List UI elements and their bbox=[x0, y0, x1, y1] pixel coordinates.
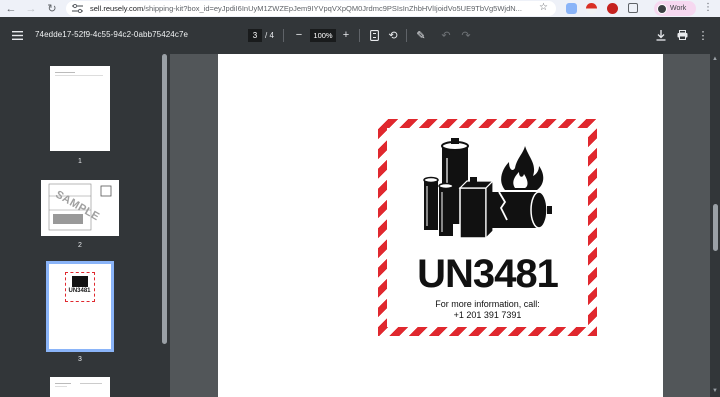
thumbnail-label-3: 3 bbox=[78, 356, 82, 363]
thumbnail-page-1[interactable] bbox=[50, 66, 110, 151]
thumbnail-label-1: 1 bbox=[78, 158, 82, 165]
thumbnail-sidebar: 1 SAMPLE 2 UN3481 3 bbox=[0, 54, 170, 397]
undo-icon[interactable]: ↶ bbox=[440, 28, 452, 42]
thumbnail-text-lines bbox=[55, 72, 75, 73]
thumbnail-text-lines bbox=[55, 386, 67, 387]
redo-icon[interactable]: ↷ bbox=[460, 28, 472, 42]
page-number-input[interactable]: 3 bbox=[248, 29, 262, 42]
scroll-up-arrow-icon[interactable]: ▲ bbox=[712, 56, 718, 62]
browser-menu-icon[interactable]: ⋮ bbox=[703, 2, 713, 13]
download-icon[interactable] bbox=[654, 28, 668, 42]
pdf-toolbar: 74edde17-52f9-4c55-94c2-0abb75424c7e 3 /… bbox=[0, 17, 720, 54]
extension-icon-red-flag[interactable] bbox=[586, 3, 597, 14]
browser-toolbar: ← → ↻ sell.reusely.com/shipping-kit?box_… bbox=[0, 0, 720, 17]
thumbnail-text-lines bbox=[55, 383, 71, 384]
profile-button[interactable]: Work bbox=[654, 1, 696, 16]
pdf-page-3: UN3481 For more information, call: +1 20… bbox=[218, 54, 663, 397]
scroll-down-arrow-icon[interactable]: ▼ bbox=[712, 388, 718, 394]
extension-icon-blue[interactable] bbox=[566, 3, 577, 14]
sidebar-menu-icon[interactable] bbox=[10, 28, 24, 42]
url-text: sell.reusely.com/shipping-kit?box_id=eyJ… bbox=[90, 4, 522, 13]
thumbnail-mini-battery-icon bbox=[72, 276, 88, 287]
toolbar-divider bbox=[406, 29, 407, 42]
extensions-puzzle-icon[interactable] bbox=[628, 3, 638, 13]
phone-number: +1 201 391 7391 bbox=[453, 310, 522, 320]
sidebar-scrollbar[interactable] bbox=[162, 54, 167, 344]
avatar bbox=[657, 3, 667, 14]
bookmark-star-icon[interactable]: ☆ bbox=[539, 2, 548, 13]
fit-page-icon[interactable] bbox=[368, 29, 380, 41]
hazard-label: UN3481 For more information, call: +1 20… bbox=[378, 119, 597, 336]
zoom-input[interactable]: 100% bbox=[310, 29, 336, 42]
hazard-label-inner: UN3481 For more information, call: +1 20… bbox=[387, 128, 588, 327]
thumbnail-mini-label: UN3481 bbox=[65, 272, 95, 302]
address-bar[interactable]: sell.reusely.com/shipping-kit?box_id=eyJ… bbox=[66, 1, 556, 16]
back-icon[interactable]: ← bbox=[0, 0, 22, 17]
more-actions-icon[interactable]: ⋮ bbox=[696, 28, 710, 42]
viewer-scrollbar-thumb[interactable] bbox=[713, 204, 718, 251]
rotate-icon[interactable]: ⟲ bbox=[386, 28, 400, 42]
zoom-out-button[interactable]: − bbox=[293, 28, 305, 42]
thumbnail-page-2[interactable]: SAMPLE bbox=[41, 180, 119, 236]
forward-icon[interactable]: → bbox=[20, 0, 42, 17]
thumbnail-page-4[interactable] bbox=[50, 377, 110, 397]
reload-icon[interactable]: ↻ bbox=[41, 0, 63, 17]
un-number: UN3481 bbox=[417, 252, 559, 296]
thumbnail-text-lines bbox=[80, 383, 102, 384]
profile-label: Work bbox=[670, 5, 687, 12]
thumbnail-mini-code: UN3481 bbox=[68, 288, 91, 294]
thumbnail-label-2: 2 bbox=[78, 242, 82, 249]
print-icon[interactable] bbox=[675, 28, 689, 42]
extension-icon-red[interactable] bbox=[607, 3, 618, 14]
page-count: / 4 bbox=[265, 31, 274, 40]
pdf-viewer: UN3481 For more information, call: +1 20… bbox=[170, 54, 720, 397]
document-title: 74edde17-52f9-4c55-94c2-0abb75424c7e bbox=[35, 30, 189, 39]
info-text: For more information, call: bbox=[435, 299, 540, 309]
annotate-pen-icon[interactable]: ✎ bbox=[414, 28, 428, 42]
toolbar-divider bbox=[359, 29, 360, 42]
thumbnail-page-3[interactable]: UN3481 bbox=[49, 264, 111, 349]
site-info-icon[interactable] bbox=[72, 4, 84, 14]
thumbnail-text-lines bbox=[55, 75, 103, 76]
zoom-in-button[interactable]: + bbox=[340, 28, 352, 42]
toolbar-divider bbox=[283, 29, 284, 42]
battery-fire-icon bbox=[423, 138, 552, 240]
